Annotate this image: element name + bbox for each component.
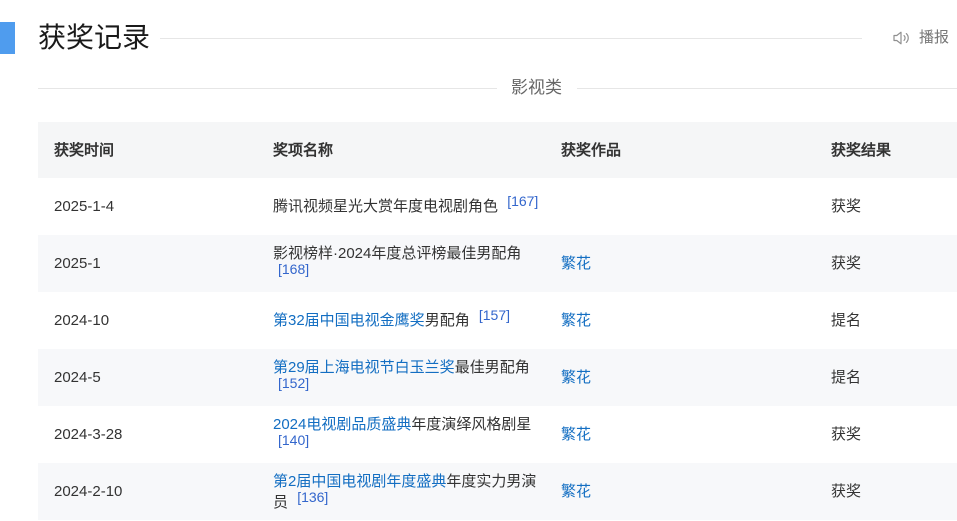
award-work-cell: 繁花 [545, 463, 815, 520]
award-work-cell: 繁花 [545, 406, 815, 463]
work-link[interactable]: 繁花 [561, 369, 591, 386]
table-row: 2024-2-10 第2届中国电视剧年度盛典年度实力男演员 [136] 繁花 获… [38, 463, 957, 520]
award-link[interactable]: 2024电视剧品质盛典 [273, 416, 411, 433]
table-header-row: 获奖时间 奖项名称 获奖作品 获奖结果 [38, 122, 957, 178]
reference-link[interactable]: [136] [297, 489, 328, 505]
award-link[interactable]: 第32届中国电视金鹰奖 [273, 312, 425, 329]
award-name-cell: 2024电视剧品质盛典年度演绎风格剧星 [140] [257, 406, 545, 463]
table-row: 2025-1-4 腾讯视频星光大赏年度电视剧角色 [167] 获奖 [38, 178, 957, 235]
work-link[interactable]: 繁花 [561, 483, 591, 500]
award-records-section: 获奖记录 播报 影视类 获奖时间 奖项名称 获奖作品 获奖结果 2025-1-4… [0, 0, 957, 521]
award-date: 2025-1 [54, 255, 101, 272]
column-header-date: 获奖时间 [54, 141, 115, 159]
award-name-cell: 第32届中国电视金鹰奖男配角 [157] [257, 292, 545, 349]
award-work-cell: 繁花 [545, 349, 815, 406]
award-date: 2025-1-4 [54, 198, 115, 215]
title-divider [160, 38, 862, 39]
reference-link[interactable]: [157] [479, 307, 510, 323]
column-header-result: 获奖结果 [831, 141, 892, 159]
table-row: 2024-5 第29届上海电视节白玉兰奖最佳男配角 [152] 繁花 提名 [38, 349, 957, 406]
award-name-cell: 影视榜样·2024年度总评榜最佳男配角 [168] [257, 235, 545, 292]
award-result: 获奖 [831, 198, 862, 215]
work-link[interactable]: 繁花 [561, 426, 591, 443]
work-link[interactable]: 繁花 [561, 255, 591, 272]
work-link[interactable]: 繁花 [561, 312, 591, 329]
section-title: 获奖记录 [38, 22, 151, 53]
award-name-text: 腾讯视频星光大赏年度电视剧角色 [273, 198, 499, 215]
awards-table: 获奖时间 奖项名称 获奖作品 获奖结果 2025-1-4 腾讯视频星光大赏年度电… [38, 122, 957, 520]
award-result: 获奖 [831, 483, 862, 500]
table-row: 2024-10 第32届中国电视金鹰奖男配角 [157] 繁花 提名 [38, 292, 957, 349]
award-result: 提名 [831, 312, 862, 329]
award-name-cell: 第2届中国电视剧年度盛典年度实力男演员 [136] [257, 463, 545, 520]
award-date: 2024-3-28 [54, 426, 123, 443]
award-name-text: 最佳男配角 [454, 358, 530, 376]
award-date: 2024-5 [54, 369, 101, 386]
speaker-icon [892, 30, 910, 46]
award-link[interactable]: 第2届中国电视剧年度盛典 [273, 473, 446, 490]
award-date: 2024-10 [54, 312, 110, 329]
award-date: 2024-2-10 [54, 483, 123, 500]
award-work-cell: 繁花 [545, 292, 815, 349]
broadcast-label: 播报 [919, 29, 950, 46]
reference-link[interactable]: [168] [278, 261, 309, 277]
award-result: 获奖 [831, 255, 862, 272]
column-header-work: 获奖作品 [561, 141, 622, 159]
award-name-text: 影视榜样·2024年度总评榜最佳男配角 [273, 244, 522, 262]
section-accent-bar [0, 22, 15, 54]
category-label: 影视类 [511, 78, 562, 97]
award-name-text: 年度演绎风格剧星 [411, 415, 532, 433]
broadcast-button[interactable]: 播报 [892, 28, 949, 48]
category-divider-right [577, 88, 957, 89]
award-link[interactable]: 第29届上海电视节白玉兰奖 [273, 359, 455, 376]
category-divider-left [38, 88, 497, 89]
award-work-cell [545, 178, 815, 235]
award-work-cell: 繁花 [545, 235, 815, 292]
reference-link[interactable]: [152] [278, 375, 309, 391]
column-header-award: 奖项名称 [273, 141, 334, 159]
reference-link[interactable]: [140] [278, 432, 309, 448]
table-row: 2024-3-28 2024电视剧品质盛典年度演绎风格剧星 [140] 繁花 获… [38, 406, 957, 463]
award-name-cell: 腾讯视频星光大赏年度电视剧角色 [167] [257, 178, 545, 235]
award-name-cell: 第29届上海电视节白玉兰奖最佳男配角 [152] [257, 349, 545, 406]
reference-link[interactable]: [167] [507, 193, 538, 209]
award-result: 获奖 [831, 426, 862, 443]
award-name-text: 男配角 [424, 312, 470, 329]
table-row: 2025-1 影视榜样·2024年度总评榜最佳男配角 [168] 繁花 获奖 [38, 235, 957, 292]
award-result: 提名 [831, 369, 862, 386]
